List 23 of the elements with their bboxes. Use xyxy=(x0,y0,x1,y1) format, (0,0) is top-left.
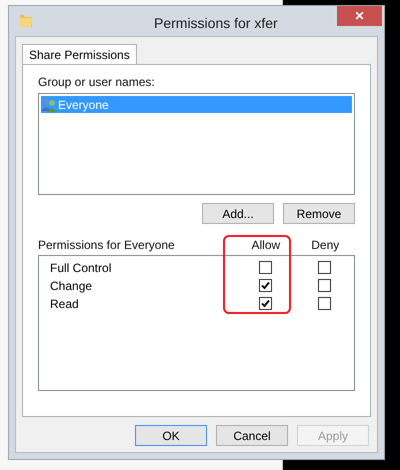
checkbox[interactable] xyxy=(318,261,331,274)
remove-button[interactable]: Remove xyxy=(283,203,355,224)
cancel-button[interactable]: Cancel xyxy=(216,425,288,446)
column-header: Allow xyxy=(250,237,282,254)
permission-name: Read xyxy=(49,296,80,312)
add-button[interactable]: Add... xyxy=(202,203,274,224)
checkbox[interactable] xyxy=(318,297,331,310)
users-icon xyxy=(41,98,57,112)
permission-name: Change xyxy=(49,278,94,294)
checkbox[interactable] xyxy=(258,297,272,310)
permission-name: Full Control xyxy=(49,260,112,276)
checkbox[interactable] xyxy=(258,279,272,292)
ok-button[interactable]: OK xyxy=(135,425,207,446)
folder-icon xyxy=(19,13,33,29)
permissions-label: Permissions for Everyone xyxy=(38,237,176,254)
user-name: Everyone xyxy=(58,96,109,114)
group-label: Group or user names: xyxy=(38,74,156,91)
close-button[interactable]: ✕ xyxy=(337,6,382,26)
checkbox[interactable] xyxy=(258,261,272,274)
window-title: Permissions for xfer xyxy=(154,14,278,33)
checkbox[interactable] xyxy=(318,279,331,292)
tab[interactable]: Share Permissions xyxy=(22,44,137,65)
column-header: Deny xyxy=(310,237,340,254)
